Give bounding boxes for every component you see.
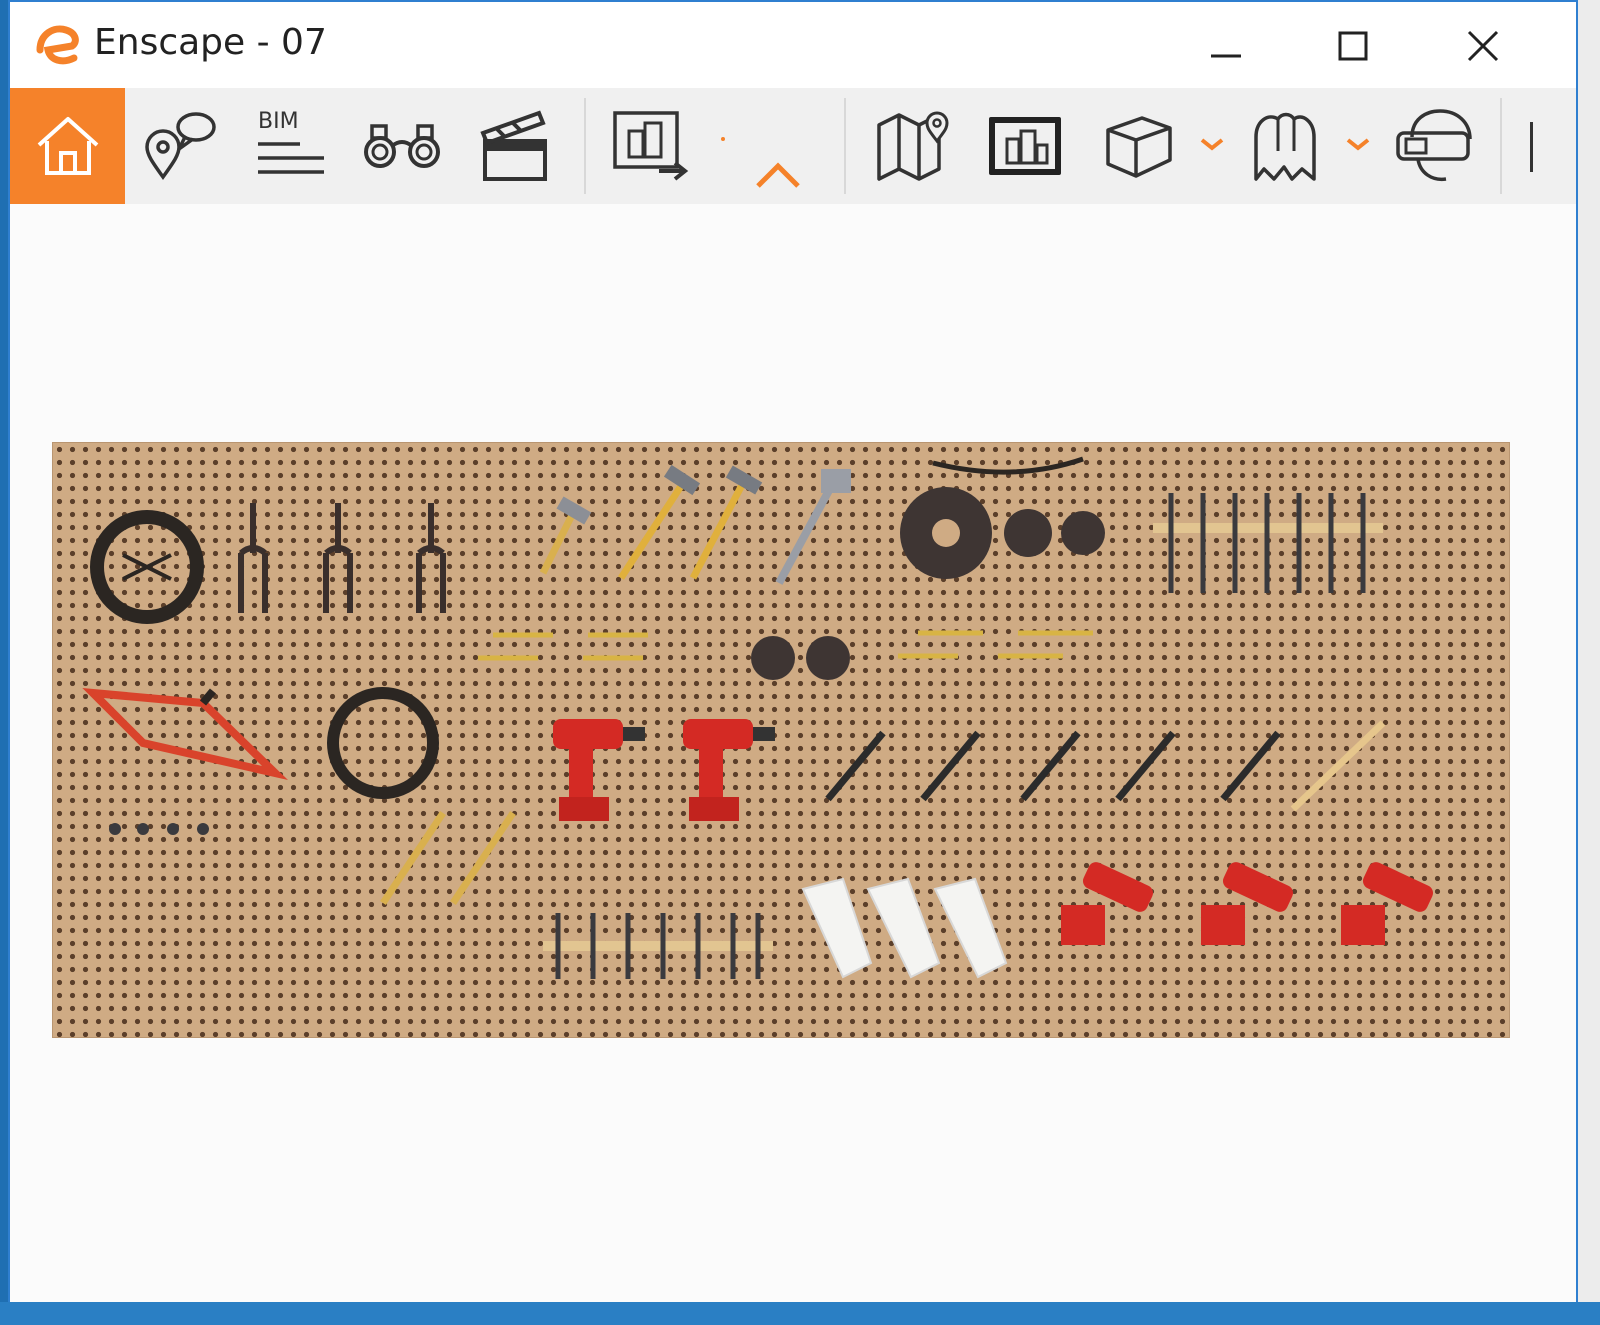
- screen-button[interactable]: [982, 88, 1068, 204]
- power-drill: [1061, 862, 1434, 945]
- asset-button[interactable]: [1242, 88, 1328, 204]
- hammer-row: [825, 720, 1386, 812]
- maximize-button[interactable]: [1323, 16, 1383, 76]
- bike-wheel: [90, 510, 204, 624]
- cube-icon: [1106, 116, 1172, 178]
- enscape-window: Enscape - 07 BIM: [8, 0, 1578, 1302]
- ghost-icon: [1254, 112, 1316, 181]
- vr-headset-icon: [1396, 109, 1472, 182]
- hammer: [380, 811, 516, 905]
- cube-dropdown-chevron-down-icon[interactable]: [1198, 134, 1226, 154]
- export-dropdown-dot-icon[interactable]: [716, 132, 730, 146]
- close-button[interactable]: [1453, 16, 1513, 76]
- maximize-icon: [1338, 31, 1368, 61]
- wrench-rack: [1153, 493, 1383, 593]
- home-button[interactable]: [10, 88, 125, 204]
- export-screen-icon: [613, 111, 689, 181]
- bike-gears: [751, 487, 1105, 680]
- bolts: [109, 823, 209, 835]
- title-bar: Enscape - 07: [10, 2, 1576, 88]
- bike-fork: [238, 503, 446, 613]
- clapperboard-icon: [480, 110, 547, 181]
- bike-wheel: [327, 687, 439, 799]
- render-viewport[interactable]: [10, 204, 1576, 1302]
- more-tools-overflow-icon[interactable]: [1530, 122, 1543, 172]
- bim-label: BIM: [258, 109, 299, 134]
- handlebar: [932, 456, 1084, 475]
- work-gloves: [801, 877, 1008, 979]
- bim-button[interactable]: BIM: [248, 88, 332, 204]
- bim-lines-icon: BIM: [258, 109, 324, 174]
- map-button[interactable]: [870, 88, 956, 204]
- binoculars-button[interactable]: [360, 88, 444, 204]
- minimize-button[interactable]: [1196, 16, 1256, 76]
- video-button[interactable]: [472, 88, 556, 204]
- enscape-logo-icon: [36, 25, 79, 65]
- desktop-background: [1575, 0, 1600, 1325]
- buildings-screen-icon: [989, 117, 1061, 175]
- home-icon: [37, 117, 98, 175]
- vr-button[interactable]: [1388, 88, 1480, 204]
- window-title: Enscape - 07: [94, 22, 327, 63]
- map-pin-chat-icon: [145, 112, 216, 181]
- screwdriver-rack: [543, 913, 773, 979]
- pegboard-render: [52, 442, 1510, 1038]
- minimize-icon: [1211, 54, 1241, 58]
- close-icon: [1467, 30, 1499, 62]
- bike-frame: [82, 688, 288, 781]
- power-drill: [553, 719, 775, 821]
- toolbar-separator: [844, 98, 846, 194]
- asset-dropdown-chevron-down-icon[interactable]: [1344, 134, 1372, 154]
- toolbar-separator: [1500, 98, 1502, 194]
- pegboard-tools-scene: [82, 456, 1434, 979]
- binoculars-icon: [364, 124, 440, 168]
- export-button[interactable]: [608, 88, 694, 204]
- toolbar-separator: [584, 98, 586, 194]
- map-pin-icon: [877, 111, 949, 181]
- main-toolbar: BIM: [10, 88, 1576, 204]
- taskbar-strip: [0, 1302, 1600, 1325]
- collapse-toolbar-chevron-up-icon[interactable]: [754, 160, 802, 190]
- cube-button[interactable]: [1096, 88, 1182, 204]
- hammer: [539, 464, 851, 585]
- views-button[interactable]: [138, 88, 222, 204]
